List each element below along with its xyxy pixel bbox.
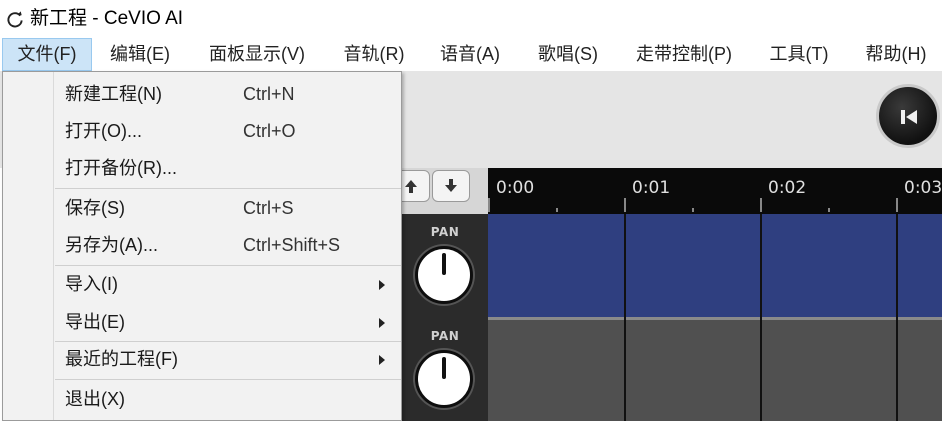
ruler-tick [692,208,694,212]
submenu-arrow-icon [379,280,385,290]
menu-item-save[interactable]: 保存(S) Ctrl+S [3,190,401,227]
pan-label: PAN [430,329,460,343]
menu-separator [55,188,401,189]
track-2-lane[interactable] [488,320,942,421]
menu-separator [55,379,401,380]
track-1-lane[interactable] [488,214,942,318]
menu-item-open-backup[interactable]: 打开备份(R)... [3,150,401,187]
ruler-tick [556,208,558,212]
arrow-down-icon [445,179,457,192]
menu-item-save-as[interactable]: 另存为(A)... Ctrl+Shift+S [3,227,401,264]
timeline-ruler[interactable]: 0:00 0:01 0:02 0:03 [488,168,942,214]
menu-item-export[interactable]: 导出(E) [3,304,401,341]
menu-item-label: 保存(S) [65,198,125,218]
menu-item-label: 打开备份(R)... [65,158,177,178]
menu-item-label: 打开(O)... [65,121,142,141]
time-marker: 0:02 [768,178,807,198]
file-menu-dropdown: 新建工程(N) Ctrl+N 打开(O)... Ctrl+O 打开备份(R)..… [2,71,402,421]
menu-track[interactable]: 音轨(R) [330,38,418,71]
menu-item-shortcut: Ctrl+O [243,121,296,141]
arrow-up-icon [405,180,417,193]
menu-edit[interactable]: 编辑(E) [96,38,184,71]
time-marker: 0:00 [496,178,535,198]
track-1-header: PAN [404,216,486,316]
menu-item-shortcut: Ctrl+S [243,198,294,218]
menu-item-new-project[interactable]: 新建工程(N) Ctrl+N [3,76,401,113]
menu-voice[interactable]: 语音(A) [424,38,516,71]
menu-bar: 文件(F) 编辑(E) 面板显示(V) 音轨(R) 语音(A) 歌唱(S) 走带… [0,38,942,71]
menu-item-open[interactable]: 打开(O)... Ctrl+O [3,113,401,150]
menu-item-exit[interactable]: 退出(X) [3,381,401,418]
menu-item-label: 最近的工程(F) [65,349,178,369]
ruler-tick [828,208,830,212]
skip-to-start-icon [901,110,917,124]
pan-knob[interactable] [415,246,473,304]
ruler-tick [896,198,898,212]
rewind-button[interactable] [876,84,940,148]
window-title: 新工程 - CeVIO AI [30,8,184,29]
time-marker: 0:01 [632,178,671,198]
beat-line [896,214,898,421]
track-2-header: PAN [404,320,486,420]
submenu-arrow-icon [379,318,385,328]
menu-item-import[interactable]: 导入(I) [3,266,401,303]
beat-line [760,214,762,421]
menu-file[interactable]: 文件(F) [2,38,92,71]
menu-singing[interactable]: 歌唱(S) [522,38,614,71]
menu-item-label: 导入(I) [65,274,118,294]
menu-panel-view[interactable]: 面板显示(V) [190,38,324,71]
ruler-tick [760,198,762,212]
pan-knob[interactable] [415,350,473,408]
menu-transport[interactable]: 走带控制(P) [620,38,748,71]
menu-item-label: 另存为(A)... [65,235,158,255]
menu-item-label: 导出(E) [65,312,125,332]
menu-tools[interactable]: 工具(T) [754,38,844,71]
submenu-arrow-icon [379,355,385,365]
ruler-tick [488,198,490,212]
title-bar: 新工程 - CeVIO AI [0,0,942,38]
ruler-tick [624,198,626,212]
menu-item-recent-projects[interactable]: 最近的工程(F) [3,341,401,378]
menu-help[interactable]: 帮助(H) [850,38,942,71]
track-down-button[interactable] [432,170,470,202]
beat-line [624,214,626,421]
menu-item-shortcut: Ctrl+Shift+S [243,235,341,255]
time-marker: 0:03 [904,178,942,198]
menu-item-label: 退出(X) [65,389,125,409]
menu-item-label: 新建工程(N) [65,84,162,104]
pan-label: PAN [430,225,460,239]
cevio-refresh-icon [7,11,23,28]
menu-item-shortcut: Ctrl+N [243,84,295,104]
